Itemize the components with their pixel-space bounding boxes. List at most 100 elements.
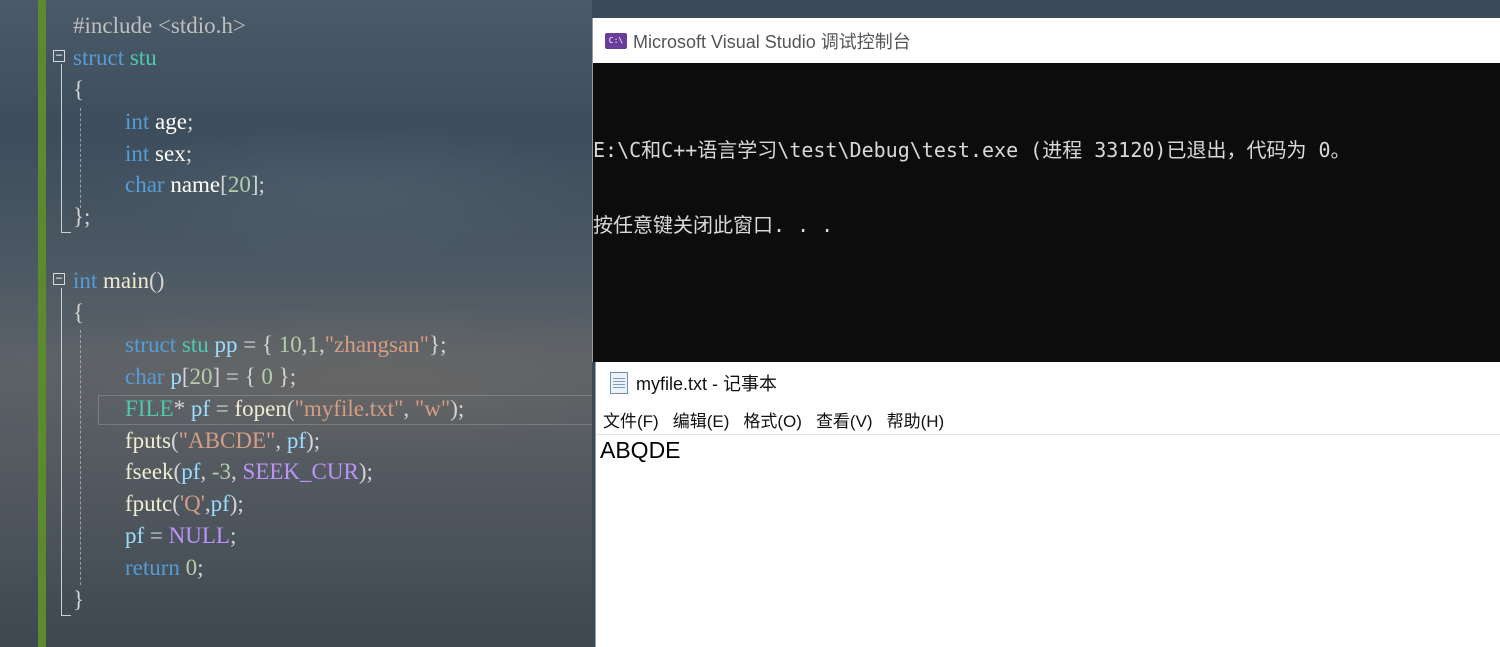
code-line[interactable]: { bbox=[0, 74, 592, 106]
code-line[interactable]: int sex; bbox=[0, 138, 592, 170]
code-token: fputs bbox=[125, 427, 171, 453]
code-token: NULL bbox=[168, 523, 230, 549]
console-title: Microsoft Visual Studio 调试控制台 bbox=[633, 31, 911, 52]
code-token: = { bbox=[237, 331, 279, 357]
code-token: age bbox=[155, 108, 187, 134]
code-token: "zhangsan" bbox=[324, 331, 430, 357]
menu-file[interactable]: 文件(F) bbox=[603, 407, 659, 432]
code-token: ; bbox=[197, 555, 204, 581]
console-line: E:\C和C++语言学习\test\Debug\test.exe (进程 331… bbox=[593, 138, 1351, 162]
code-line[interactable]: { bbox=[0, 297, 592, 329]
code-token: struct bbox=[125, 331, 177, 357]
code-line[interactable]: fputc('Q',pf); bbox=[0, 488, 592, 520]
code-token: 0 bbox=[261, 363, 273, 389]
code-token: () bbox=[149, 268, 165, 294]
code-token: #include <stdio.h> bbox=[73, 13, 246, 38]
code-token: fputc bbox=[125, 491, 173, 517]
code-token: ; bbox=[185, 140, 193, 166]
code-token: } bbox=[73, 587, 85, 613]
code-token: }; bbox=[429, 331, 447, 357]
code-token: ); bbox=[306, 427, 321, 453]
code-token: ); bbox=[358, 459, 373, 485]
code-token: { bbox=[73, 76, 85, 102]
console-output[interactable]: E:\C和C++语言学习\test\Debug\test.exe (进程 331… bbox=[593, 63, 1500, 288]
code-token: char bbox=[125, 363, 165, 389]
code-token: int bbox=[73, 268, 98, 294]
code-token: [ bbox=[181, 363, 190, 389]
code-token: stu bbox=[129, 44, 157, 70]
collapse-icon[interactable]: − bbox=[53, 272, 65, 286]
code-line[interactable]: int age; bbox=[0, 106, 592, 138]
code-token: return bbox=[125, 555, 180, 581]
code-token: , bbox=[200, 459, 212, 485]
code-token: "ABCDE" bbox=[178, 427, 276, 453]
code-line[interactable]: fputs("ABCDE", pf); bbox=[0, 425, 592, 457]
code-line[interactable]: #include <stdio.h> bbox=[0, 10, 592, 42]
code-token: ]; bbox=[250, 172, 265, 198]
code-token: , bbox=[231, 459, 243, 485]
code-token: fseek bbox=[125, 459, 174, 485]
code-token: pf bbox=[286, 427, 307, 453]
code-text[interactable]: #include <stdio.h> − struct stu{int age; in… bbox=[0, 10, 592, 616]
code-token: 20 bbox=[189, 363, 213, 389]
code-token: 1 bbox=[307, 331, 319, 357]
collapse-icon[interactable]: − bbox=[53, 49, 65, 62]
code-token: , bbox=[275, 427, 287, 453]
code-line[interactable]: char name[20]; bbox=[0, 169, 592, 201]
code-token: -3 bbox=[211, 459, 232, 485]
code-line[interactable]: } bbox=[0, 584, 592, 616]
code-token: ] = { bbox=[212, 363, 262, 389]
code-token: int bbox=[125, 108, 150, 134]
code-token: ( bbox=[172, 491, 180, 517]
notepad-menubar: 文件(F) 编辑(E) 格式(O) 查看(V) 帮助(H) bbox=[596, 404, 1500, 435]
notepad-window[interactable]: myfile.txt - 记事本 文件(F) 编辑(E) 格式(O) 查看(V)… bbox=[595, 362, 1500, 647]
code-line[interactable]: return 0; bbox=[0, 552, 592, 584]
menu-format[interactable]: 格式(O) bbox=[743, 407, 802, 432]
code-token: name bbox=[170, 172, 221, 198]
code-token: [ bbox=[220, 172, 228, 198]
code-token: }; bbox=[73, 204, 91, 230]
code-line[interactable]: char p[20] = { 0 }; bbox=[0, 361, 592, 393]
code-editor[interactable]: #include <stdio.h> − struct stu{int age; in… bbox=[0, 0, 592, 647]
code-token: p bbox=[170, 363, 182, 389]
code-token: 0 bbox=[185, 555, 198, 581]
code-token: { bbox=[73, 300, 85, 326]
console-line: 按任意键关闭此窗口. . . bbox=[593, 213, 834, 237]
menu-view[interactable]: 查看(V) bbox=[816, 407, 873, 432]
notepad-text-area[interactable]: ABQDE bbox=[596, 435, 1500, 464]
code-line[interactable]: struct stu pp = { 10,1,"zhangsan"}; bbox=[0, 329, 592, 361]
code-token: int bbox=[125, 140, 150, 166]
console-app-icon: C:\ bbox=[605, 32, 627, 49]
code-line[interactable]: − int main() bbox=[0, 265, 592, 297]
console-titlebar[interactable]: C:\ Microsoft Visual Studio 调试控制台 bbox=[593, 18, 1500, 63]
code-line[interactable]: pf = NULL; bbox=[0, 520, 592, 552]
code-token: pp bbox=[214, 331, 238, 357]
code-token: main bbox=[103, 268, 150, 294]
current-line-highlight bbox=[98, 394, 592, 425]
code-line[interactable]: }; bbox=[0, 201, 592, 233]
code-token: ; bbox=[186, 108, 194, 134]
menu-edit[interactable]: 编辑(E) bbox=[673, 407, 730, 432]
code-token: stu bbox=[181, 331, 209, 357]
code-line[interactable]: fseek(pf, -3, SEEK_CUR); bbox=[0, 456, 592, 488]
code-token: SEEK_CUR bbox=[242, 459, 359, 485]
code-token: char bbox=[125, 172, 165, 198]
code-token: pf bbox=[210, 491, 230, 517]
code-token: 20 bbox=[227, 172, 251, 198]
code-token: pf bbox=[125, 523, 145, 549]
code-line[interactable] bbox=[0, 233, 592, 265]
code-line[interactable]: FILE* pf = fopen("myfile.txt", "w"); bbox=[0, 393, 592, 425]
code-token: = bbox=[144, 523, 169, 549]
code-token: ); bbox=[229, 491, 244, 517]
notepad-title: myfile.txt - 记事本 bbox=[636, 374, 778, 394]
code-token: }; bbox=[272, 363, 297, 389]
code-token: ; bbox=[229, 523, 237, 549]
code-token: pf bbox=[181, 459, 201, 485]
debug-console-window[interactable]: C:\ Microsoft Visual Studio 调试控制台 E:\C和C… bbox=[592, 18, 1500, 362]
code-line[interactable]: − struct stu bbox=[0, 42, 592, 74]
code-token: 'Q' bbox=[179, 491, 205, 517]
notepad-titlebar[interactable]: myfile.txt - 记事本 bbox=[596, 362, 1500, 404]
code-token: 10 bbox=[278, 331, 302, 357]
code-token: ( bbox=[171, 427, 179, 453]
menu-help[interactable]: 帮助(H) bbox=[887, 407, 945, 432]
